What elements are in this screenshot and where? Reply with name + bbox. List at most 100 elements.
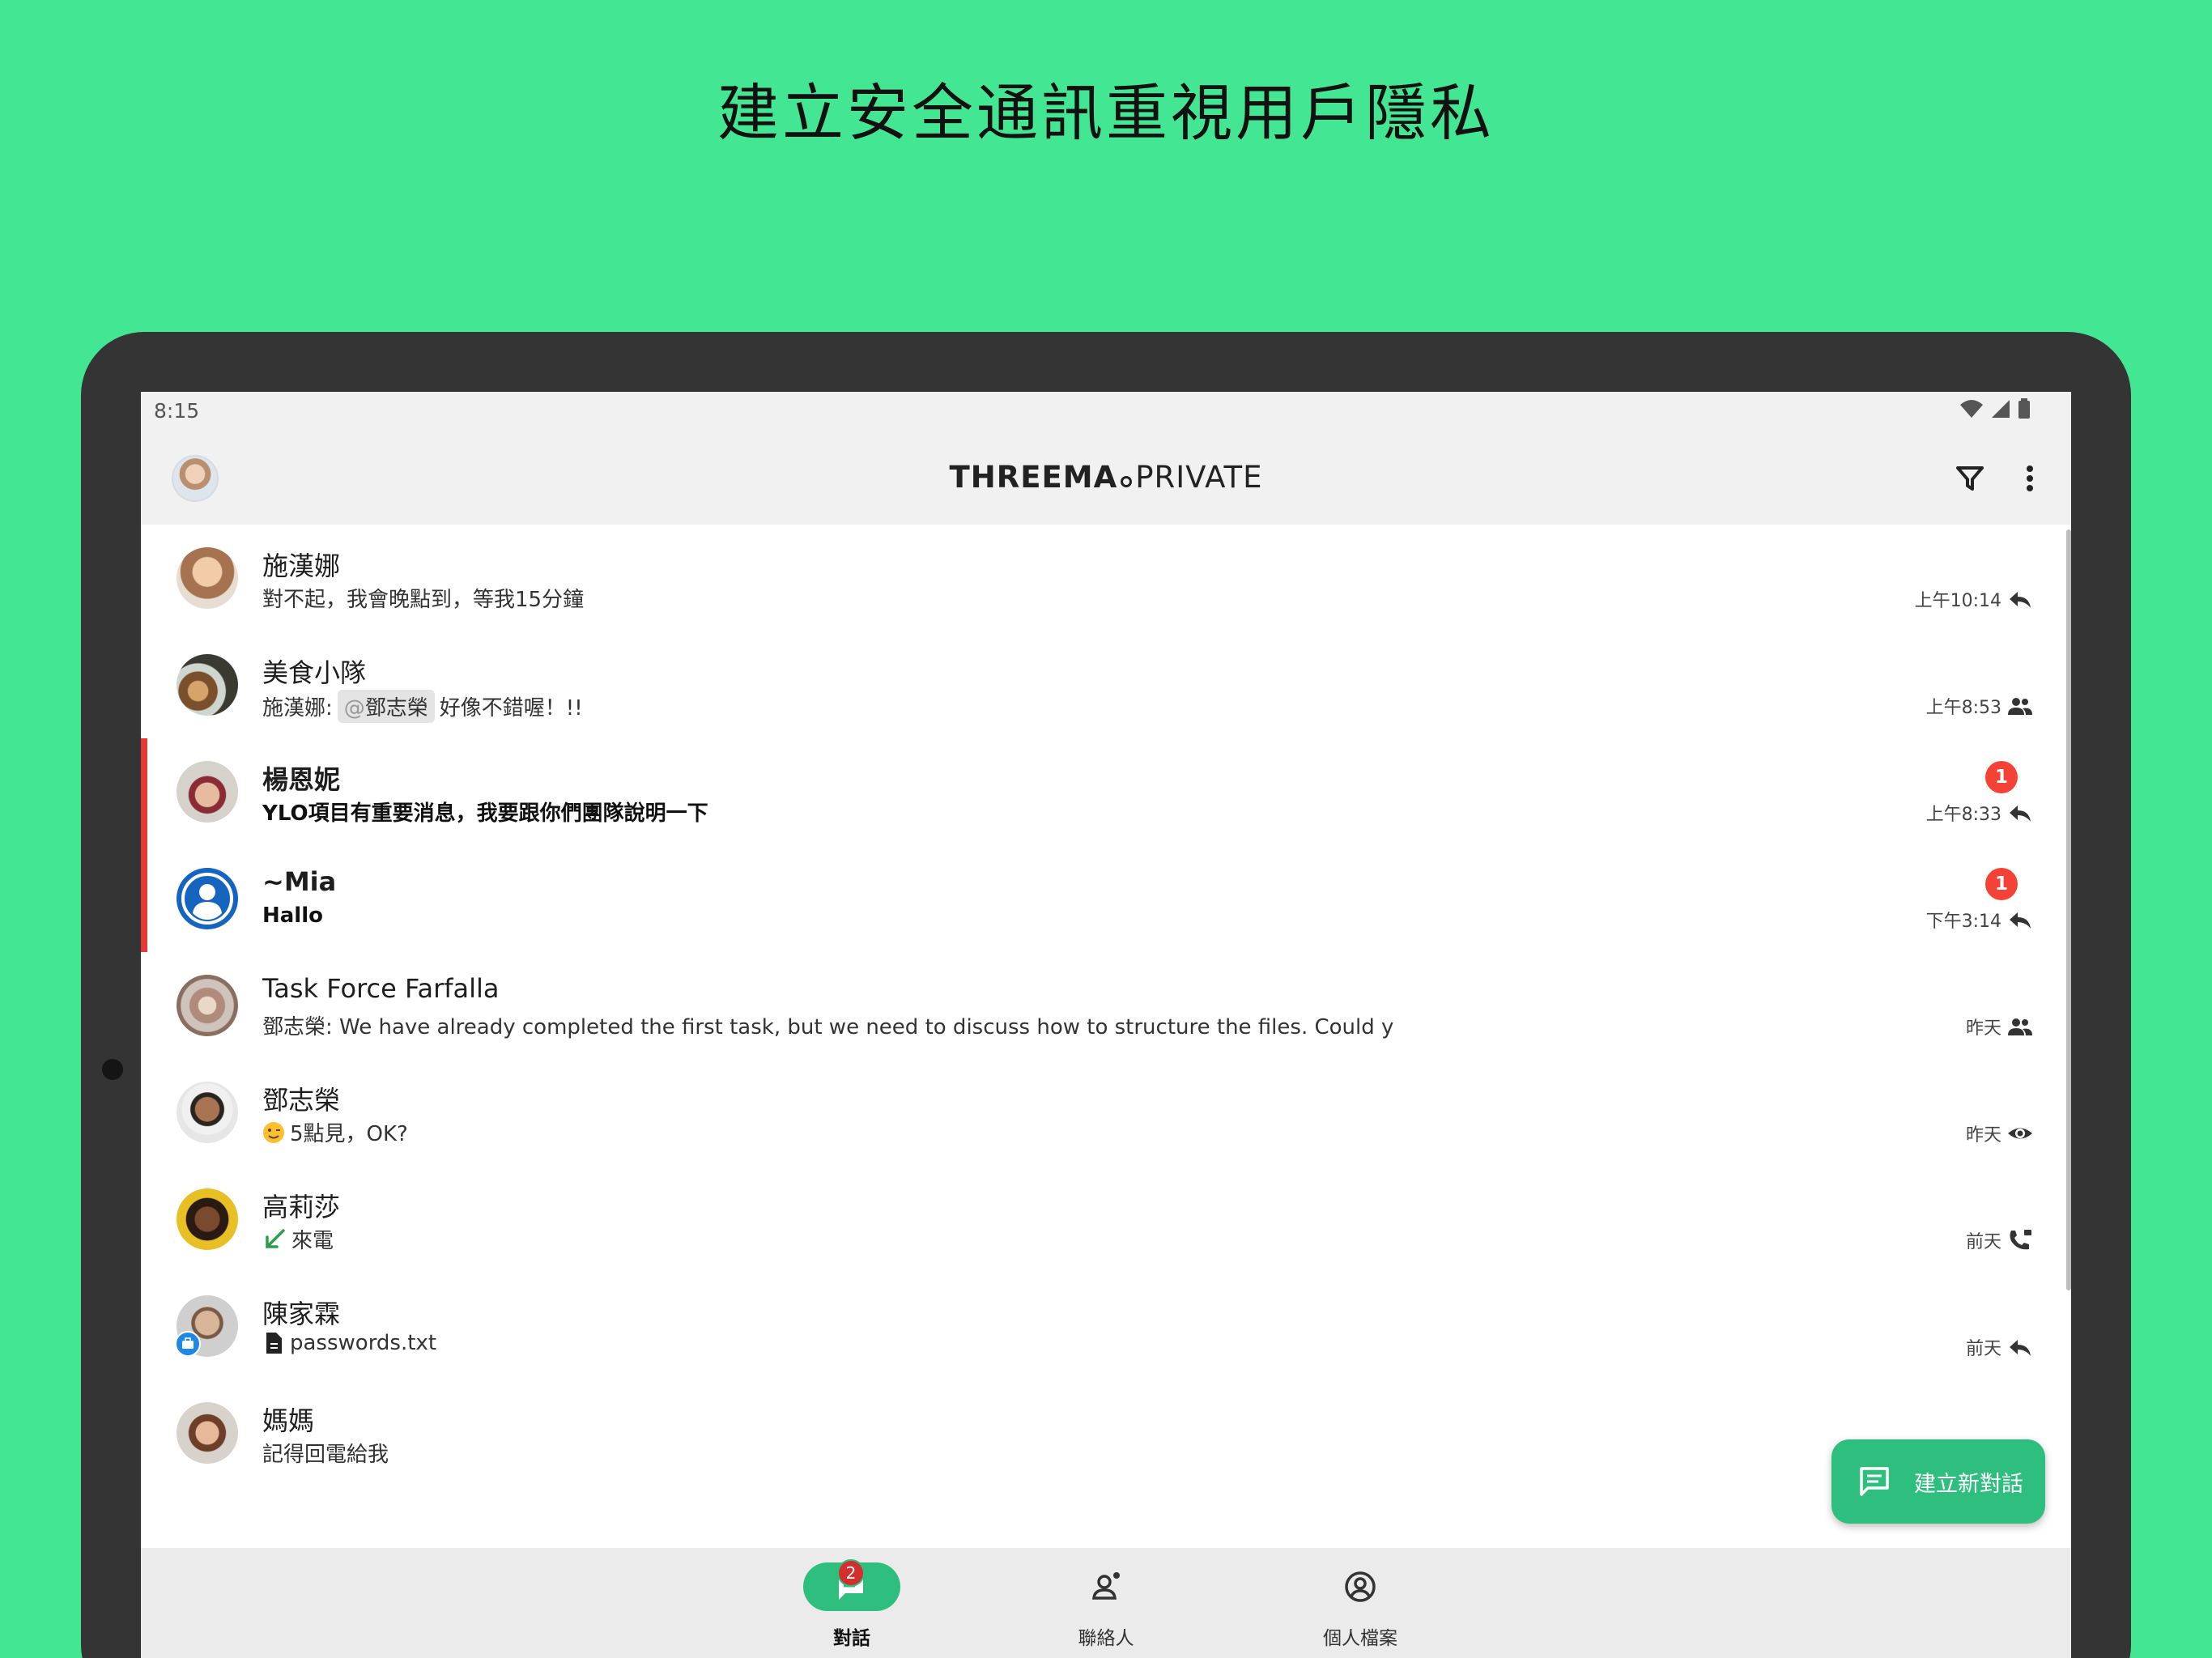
person-icon [181,873,233,925]
status-time: 8:15 [154,399,200,423]
list-scrollbar[interactable] [2066,529,2071,1290]
mention-at: @ [343,696,365,721]
message-preview: 對不起，我會晚點到，等我15分鐘 [262,583,584,613]
group-avatar [177,975,238,1036]
conversation-row[interactable]: 美食小隊 施漢娜: @鄧志榮 好像不錯喔！!! 上午8:53 [141,631,2066,738]
message-time: 上午8:53 [1925,698,2001,718]
eye-icon [2008,1128,2032,1139]
message-text: 來電 [291,1229,334,1253]
conversation-list: 施漢娜 對不起，我會晚點到，等我15分鐘 上午10:14 美食小隊 施漢娜: @… [141,525,2071,1548]
message-time: 前天 [1965,1339,2001,1359]
file-icon [266,1333,282,1354]
conversation-row-unread[interactable]: 楊恩妮 YLO項目有重要消息，我要跟你們團隊說明一下 1 上午8:33 [141,738,2066,845]
profile-icon [1345,1571,1376,1602]
message-sender: 施漢娜: [262,696,333,721]
phone-icon [2010,1230,2031,1250]
app-bar: THREEMA PRIVATE [141,432,2071,525]
new-chat-icon [1860,1467,1889,1496]
brand-edition: PRIVATE [1135,460,1263,495]
contact-avatar [177,547,238,609]
contact-name: 楊恩妮 [262,764,341,795]
nav-label: 聯絡人 [1078,1628,1134,1649]
conversation-row[interactable]: 陳家霖 passwords.txt 前天 [141,1273,2066,1380]
message-preview: 5點見，OK? [262,1117,408,1147]
contact-name: 陳家霖 [262,1299,341,1329]
file-name: passwords.txt [290,1331,437,1355]
message-text: YLO項目有重要消息，我要跟你們團隊說明一下 [262,801,708,826]
conversation-row[interactable]: 鄧志榮 5點見，OK? 昨天 [141,1059,2066,1166]
group-name: 美食小隊 [262,657,367,688]
conversation-row[interactable]: Task Force Farfalla 鄧志榮: We have already… [141,952,2066,1059]
threema-logo: THREEMA PRIVATE [141,460,2071,495]
signal-icon [1992,400,2010,418]
unread-count-badge: 1 [1985,761,2018,793]
brand-name: THREEMA [949,460,1118,495]
contacts-icon [1092,1572,1120,1600]
nav-label: 個人檔案 [1323,1628,1397,1649]
reply-icon [2010,806,2031,822]
nav-indicator [1312,1562,1409,1611]
contact-avatar [177,761,238,823]
conversation-row[interactable]: 施漢娜 對不起，我會晚點到，等我15分鐘 上午10:14 [141,525,2066,631]
brand-lock-icon [1121,476,1133,487]
message-meta: 下午3:14 [1926,907,2034,933]
contact-name: 媽媽 [262,1405,315,1436]
message-preview: 鄧志榮: We have already completed the first… [262,1010,1393,1040]
contact-name: 高莉莎 [262,1192,341,1222]
app-screen: 8:15 THREEMA PRIVATE 施漢娜 對不起，我會晚點到，等我15分鐘… [141,392,2071,1658]
filter-button[interactable] [1948,457,1992,500]
camera-dot [102,1059,123,1080]
message-time: 昨天 [1965,1018,2001,1039]
group-icon [2008,698,2032,715]
message-text: 記得回電給我 [262,1443,389,1467]
overflow-menu-button[interactable] [2008,457,2052,500]
message-preview: 記得回電給我 [262,1438,389,1468]
conversation-row[interactable]: 高莉莎 來電 前天 [141,1166,2066,1273]
message-meta: 昨天 [1966,1014,2034,1039]
winking-face-icon [263,1121,284,1143]
message-meta: 上午10:14 [1915,586,2034,612]
message-time: 下午3:14 [1925,912,2001,932]
group-avatar [177,654,238,716]
work-badge-icon [175,1331,201,1357]
contact-name: ~Mia [262,866,337,897]
message-time: 上午10:14 [1914,591,2001,611]
mention-chip[interactable]: @鄧志榮 [337,690,435,723]
contact-avatar [175,1295,238,1357]
message-meta: 前天 [1966,1334,2034,1360]
filter-icon [1956,466,1984,491]
wifi-icon [1960,400,1983,418]
message-text: Hallo [262,903,323,928]
message-preview: passwords.txt [262,1331,436,1355]
message-preview: 施漢娜: @鄧志榮 好像不錯喔！!! [262,690,583,723]
conversation-row[interactable]: 媽媽 記得回電給我 [141,1380,2066,1486]
message-text: 鄧志榮: We have already completed the first… [262,1015,1394,1039]
nav-contacts-tab[interactable]: 聯絡人 [1009,1548,1203,1658]
message-text: 對不起，我會晚點到，等我15分鐘 [262,588,585,612]
unread-indicator [141,845,147,952]
contact-avatar [177,1188,238,1250]
new-chat-label: 建立新對話 [1914,1471,2023,1497]
contact-avatar [177,1402,238,1464]
message-meta: 昨天 [1966,1120,2034,1146]
message-meta: 上午8:33 [1926,800,2034,826]
nav-chats-tab[interactable]: 2 對話 [755,1548,949,1658]
group-name: Task Force Farfalla [262,973,500,1004]
message-time: 上午8:33 [1925,805,2001,825]
chats-unread-badge: 2 [837,1559,865,1587]
reply-icon [2010,592,2031,608]
conversation-row-unread[interactable]: ~Mia Hallo 1 下午3:14 [141,845,2066,952]
new-chat-fab[interactable]: 建立新對話 [1831,1439,2045,1524]
message-preview: YLO項目有重要消息，我要跟你們團隊說明一下 [262,797,708,827]
bottom-navigation: 2 對話 聯絡人 個人檔案 [141,1548,2071,1658]
promo-headline: 建立安全通訊重視用戶隱私 [717,77,1495,149]
status-icons [1959,398,2031,419]
nav-profile-tab[interactable]: 個人檔案 [1263,1548,1457,1658]
reply-icon [2010,912,2031,929]
group-icon [2008,1018,2032,1035]
default-avatar [177,868,238,929]
message-meta: 前天 [1966,1227,2034,1253]
contact-avatar [177,1082,238,1143]
unread-count-badge: 1 [1985,868,2018,900]
mention-name: 鄧志榮 [364,696,428,721]
